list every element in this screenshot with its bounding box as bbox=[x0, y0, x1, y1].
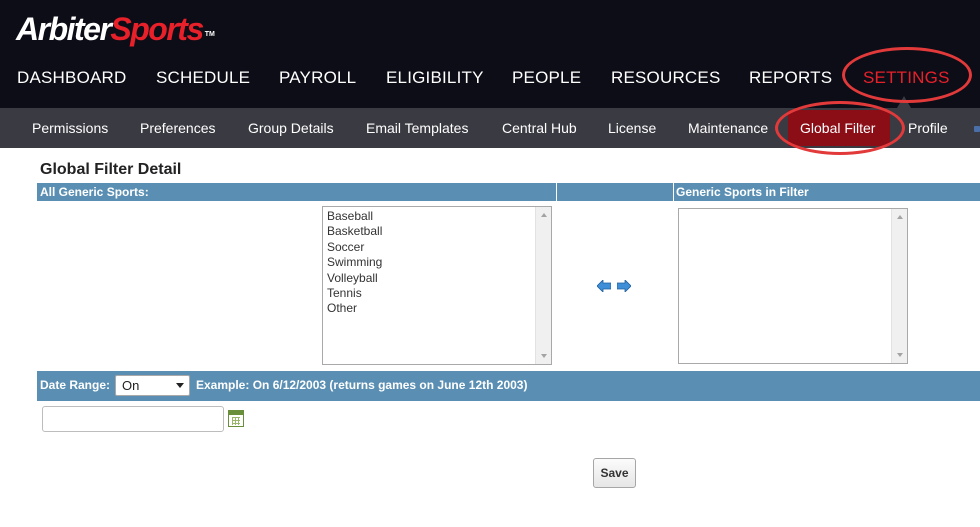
date-range-select[interactable]: On bbox=[115, 375, 190, 396]
available-sports-list[interactable]: Baseball Basketball Soccer Swimming Voll… bbox=[322, 206, 552, 365]
arrow-right-icon bbox=[616, 279, 632, 293]
list-item[interactable]: Baseball bbox=[323, 209, 551, 224]
nav-payroll[interactable]: PAYROLL bbox=[279, 60, 356, 96]
subnav-central-hub[interactable]: Central Hub bbox=[502, 108, 577, 148]
logo-text-arbiter: Arbiter bbox=[16, 11, 112, 47]
chevron-down-icon bbox=[176, 383, 184, 388]
scroll-up-icon[interactable] bbox=[541, 213, 547, 217]
header-divider bbox=[556, 183, 557, 201]
logo-trademark: TM bbox=[204, 31, 215, 38]
arrow-left-icon bbox=[596, 279, 612, 293]
subnav-global-filter-label: Global Filter bbox=[800, 120, 876, 136]
subnav-permissions[interactable]: Permissions bbox=[32, 108, 108, 148]
move-left-button[interactable] bbox=[596, 279, 612, 293]
nav-dashboard[interactable]: DASHBOARD bbox=[17, 60, 127, 96]
nav-resources[interactable]: RESOURCES bbox=[611, 60, 721, 96]
subnav-license[interactable]: License bbox=[608, 108, 656, 148]
list-scrollbar[interactable] bbox=[891, 209, 907, 363]
nav-schedule[interactable]: SCHEDULE bbox=[156, 60, 250, 96]
arbitersports-logo[interactable]: ArbiterSports TM bbox=[16, 9, 215, 49]
list-scrollbar[interactable] bbox=[535, 207, 551, 364]
list-item[interactable]: Tennis bbox=[323, 286, 551, 301]
subnav-profile[interactable]: Profile bbox=[908, 108, 948, 148]
nav-people[interactable]: PEOPLE bbox=[512, 60, 581, 96]
calendar-icon[interactable] bbox=[228, 410, 244, 427]
subnav-group-details[interactable]: Group Details bbox=[248, 108, 334, 148]
date-input[interactable] bbox=[42, 406, 224, 432]
subnav-maintenance[interactable]: Maintenance bbox=[688, 108, 768, 148]
nav-reports[interactable]: REPORTS bbox=[749, 60, 832, 96]
logo-text-sports: Sports bbox=[110, 11, 204, 47]
scroll-up-icon[interactable] bbox=[897, 215, 903, 219]
date-range-label: Date Range: bbox=[40, 378, 111, 392]
list-item[interactable]: Other bbox=[323, 301, 551, 316]
list-item[interactable]: Swimming bbox=[323, 255, 551, 270]
subnav-more-indicator bbox=[974, 126, 980, 132]
active-nav-caret bbox=[897, 96, 911, 108]
save-button[interactable]: Save bbox=[593, 458, 636, 488]
list-item[interactable]: Basketball bbox=[323, 224, 551, 239]
list-item[interactable]: Soccer bbox=[323, 240, 551, 255]
filter-sports-list[interactable] bbox=[678, 208, 908, 364]
all-sports-header: All Generic Sports: bbox=[40, 185, 149, 199]
nav-eligibility[interactable]: ELIGIBILITY bbox=[386, 60, 484, 96]
date-range-row: Date Range: On Example: On 6/12/2003 (re… bbox=[37, 371, 980, 401]
filter-sports-header: Generic Sports in Filter bbox=[676, 185, 809, 199]
subnav-email-templates[interactable]: Email Templates bbox=[366, 108, 468, 148]
main-nav: DASHBOARD SCHEDULE PAYROLL ELIGIBILITY P… bbox=[0, 60, 980, 96]
list-item[interactable]: Volleyball bbox=[323, 271, 551, 286]
move-right-button[interactable] bbox=[616, 279, 632, 293]
top-header: ArbiterSports TM DASHBOARD SCHEDULE PAYRO… bbox=[0, 0, 980, 108]
date-range-example: Example: On 6/12/2003 (returns games on … bbox=[196, 378, 528, 392]
scroll-down-icon[interactable] bbox=[897, 353, 903, 357]
sports-table-header: All Generic Sports: Generic Sports in Fi… bbox=[37, 183, 980, 201]
subnav-preferences[interactable]: Preferences bbox=[140, 108, 215, 148]
subnav-global-filter[interactable]: Global Filter bbox=[788, 110, 890, 146]
scroll-down-icon[interactable] bbox=[541, 354, 547, 358]
nav-settings[interactable]: SETTINGS bbox=[863, 60, 950, 96]
page-title: Global Filter Detail bbox=[40, 161, 182, 178]
date-range-selected-value: On bbox=[122, 378, 140, 393]
